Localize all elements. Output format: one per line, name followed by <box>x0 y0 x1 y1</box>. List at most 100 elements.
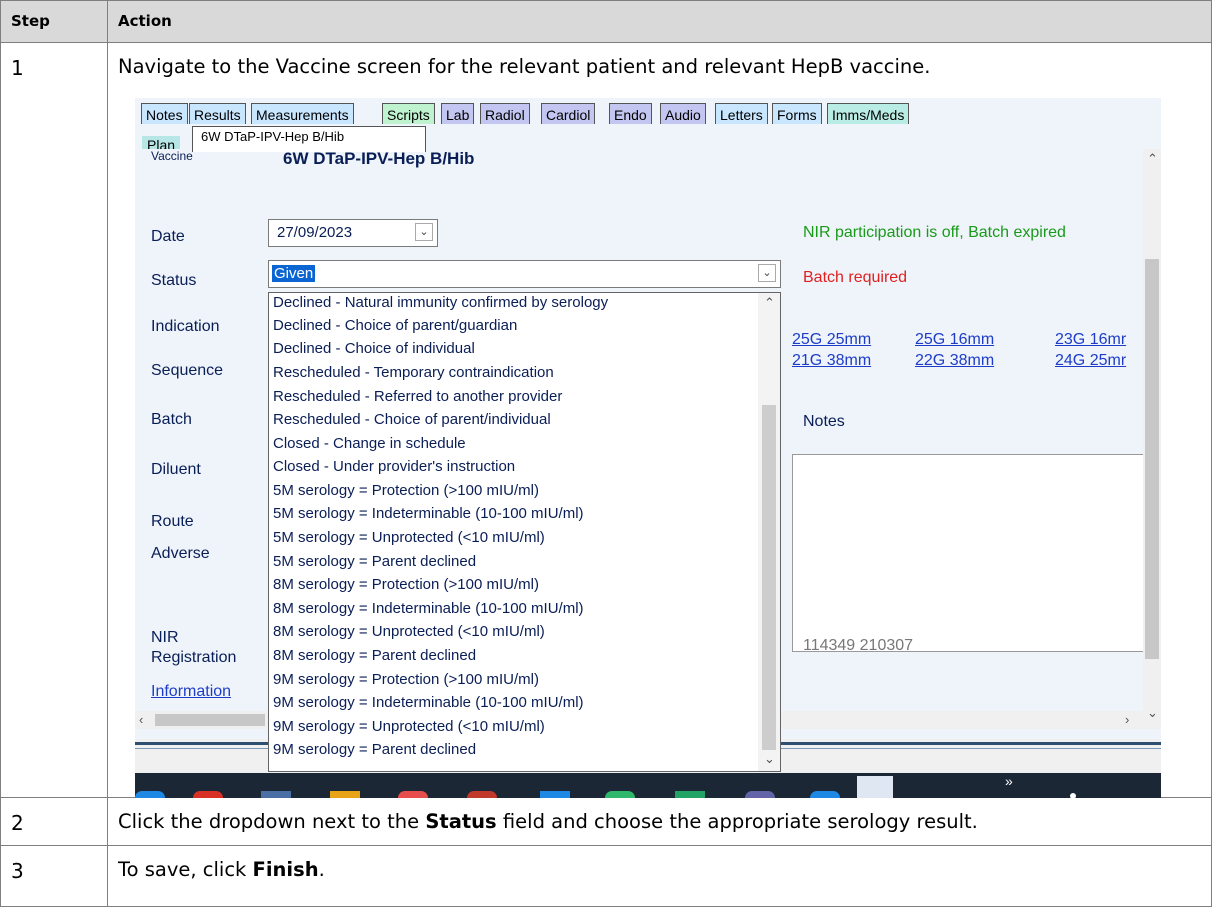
status-option[interactable]: Closed - Under provider's instruction <box>273 458 515 475</box>
date-picker[interactable]: 27/09/2023 ⌄ <box>268 219 438 247</box>
date-label: Date <box>151 228 185 245</box>
chevron-down-icon[interactable]: ⌄ <box>764 751 775 767</box>
date-value: 27/09/2023 <box>277 224 353 241</box>
tab-letters[interactable]: Letters <box>715 103 768 124</box>
tab-cardiol[interactable]: Cardiol <box>541 103 596 124</box>
batch-required-message: Batch required <box>803 269 908 286</box>
needle-link-5[interactable]: 22G 38mm <box>915 352 994 370</box>
dot-icon <box>1070 793 1076 798</box>
vaccine-form: Vaccine 6W DTaP-IPV-Hep B/Hib Date 27/09… <box>135 149 1161 772</box>
chevron-up-icon[interactable]: ⌃ <box>764 295 775 311</box>
chevron-down-icon[interactable]: ⌄ <box>1147 705 1158 721</box>
batch-label: Batch <box>151 411 192 428</box>
app-icon[interactable] <box>540 791 570 798</box>
folder-icon[interactable] <box>330 791 360 798</box>
tab-audio[interactable]: Audio <box>660 103 706 124</box>
tab-vaccine-active[interactable]: 6W DTaP-IPV-Hep B/Hib <box>192 126 426 152</box>
needle-link-1[interactable]: 25G 25mm <box>792 331 871 349</box>
status-option[interactable]: Rescheduled - Referred to another provid… <box>273 388 562 405</box>
notes-textarea[interactable] <box>792 454 1144 652</box>
needle-link-6[interactable]: 24G 25mr <box>1055 352 1126 370</box>
status-option[interactable]: 8M serology = Protection (>100 mIU/ml) <box>273 576 539 593</box>
app-icon[interactable] <box>135 791 165 798</box>
tab-results[interactable]: Results <box>189 103 246 124</box>
status-option[interactable]: 8M serology = Indeterminable (10-100 mIU… <box>273 600 584 617</box>
indication-label: Indication <box>151 318 220 335</box>
information-link[interactable]: Information <box>151 683 231 701</box>
status-emphasis: Status <box>425 810 497 833</box>
status-option[interactable]: 8M serology = Parent declined <box>273 647 476 664</box>
step-action-2: Click the dropdown next to the Status fi… <box>107 797 1212 846</box>
tab-measurements[interactable]: Measurements <box>251 103 354 124</box>
status-dropdown[interactable]: Given ⌄ <box>268 260 781 288</box>
status-options-list[interactable]: Declined - Natural immunity confirmed by… <box>268 292 781 772</box>
horizontal-scroll-thumb[interactable] <box>155 714 265 726</box>
active-app-icon[interactable] <box>857 776 893 798</box>
app-icon[interactable] <box>467 791 497 798</box>
chevron-left-icon[interactable]: ‹ <box>139 712 143 727</box>
adverse-label: Adverse <box>151 545 210 562</box>
dropdown-scrollbar[interactable]: ⌃ ⌄ <box>758 293 780 771</box>
vaccine-screen-screenshot: Notes Results Measurements Scripts Lab R… <box>135 98 1161 798</box>
status-option[interactable]: 9M serology = Indeterminable (10-100 mIU… <box>273 694 584 711</box>
header-step: Step <box>0 0 108 43</box>
vaccine-label: Vaccine <box>151 149 193 163</box>
chevron-right-icon[interactable]: › <box>1125 712 1129 727</box>
tab-imms-meds[interactable]: Imms/Meds <box>827 103 910 124</box>
dropdown-scroll-thumb[interactable] <box>762 405 776 750</box>
nir-label: NIR <box>151 629 179 646</box>
status-label: Status <box>151 272 197 289</box>
vertical-scroll-thumb[interactable] <box>1145 259 1159 659</box>
sequence-label: Sequence <box>151 362 224 379</box>
status-option[interactable]: 8M serology = Unprotected (<10 mIU/ml) <box>273 623 545 640</box>
header-action: Action <box>107 0 1212 43</box>
status-option[interactable]: Rescheduled - Temporary contraindication <box>273 364 554 381</box>
teams-icon[interactable] <box>745 791 775 798</box>
tab-endo[interactable]: Endo <box>609 103 652 124</box>
status-option[interactable]: Declined - Choice of parent/guardian <box>273 317 517 334</box>
excel-icon[interactable] <box>675 791 705 798</box>
step-number-3: 3 <box>0 845 108 907</box>
status-option[interactable]: Declined - Natural immunity confirmed by… <box>273 294 608 311</box>
chevron-down-icon[interactable]: ⌄ <box>758 264 776 282</box>
vaccine-name: 6W DTaP-IPV-Hep B/Hib <box>283 149 475 168</box>
tab-lab[interactable]: Lab <box>441 103 475 124</box>
chevron-down-icon[interactable]: ⌄ <box>415 223 433 241</box>
status-option[interactable]: 5M serology = Parent declined <box>273 553 476 570</box>
status-option[interactable]: Rescheduled - Choice of parent/individua… <box>273 411 551 428</box>
taskbar: » <box>135 773 1161 798</box>
tab-radiol[interactable]: Radiol <box>480 103 530 124</box>
id-numbers: 114349 210307 <box>803 637 914 654</box>
app-icon[interactable] <box>605 791 635 798</box>
diluent-label: Diluent <box>151 461 201 478</box>
registration-label: Registration <box>151 649 237 666</box>
nir-message: NIR participation is off, Batch expired <box>803 224 1066 241</box>
status-option[interactable]: 5M serology = Protection (>100 mIU/ml) <box>273 482 539 499</box>
step-number-2: 2 <box>0 797 108 846</box>
needle-link-2[interactable]: 25G 16mm <box>915 331 994 349</box>
overflow-chevron-icon[interactable]: » <box>1005 773 1013 789</box>
status-option[interactable]: Closed - Change in schedule <box>273 435 466 452</box>
status-option[interactable]: Declined - Choice of individual <box>273 340 475 357</box>
needle-link-3[interactable]: 23G 16mr <box>1055 331 1126 349</box>
app-icon[interactable] <box>398 791 428 798</box>
tab-forms[interactable]: Forms <box>772 103 822 124</box>
status-option[interactable]: 9M serology = Protection (>100 mIU/ml) <box>273 671 539 688</box>
status-option[interactable]: 5M serology = Indeterminable (10-100 mIU… <box>273 505 584 522</box>
tab-scripts[interactable]: Scripts <box>382 103 435 124</box>
finish-emphasis: Finish <box>252 858 319 881</box>
notes-label: Notes <box>803 413 845 430</box>
app-icon[interactable] <box>261 791 291 798</box>
chevron-up-icon[interactable]: ⌃ <box>1147 151 1158 167</box>
needle-link-4[interactable]: 21G 38mm <box>792 352 871 370</box>
status-option[interactable]: 9M serology = Unprotected (<10 mIU/ml) <box>273 718 545 735</box>
step-number-1: 1 <box>0 42 108 798</box>
route-label: Route <box>151 513 194 530</box>
tab-notes[interactable]: Notes <box>141 103 188 124</box>
status-option[interactable]: 5M serology = Unprotected (<10 mIU/ml) <box>273 529 545 546</box>
form-vertical-scrollbar[interactable]: ⌃ ⌄ <box>1143 149 1161 729</box>
app-icon[interactable] <box>810 791 840 798</box>
status-option[interactable]: 9M serology = Parent declined <box>273 741 476 758</box>
step-action-3: To save, click Finish. <box>107 845 1212 907</box>
app-icon[interactable] <box>193 791 223 798</box>
